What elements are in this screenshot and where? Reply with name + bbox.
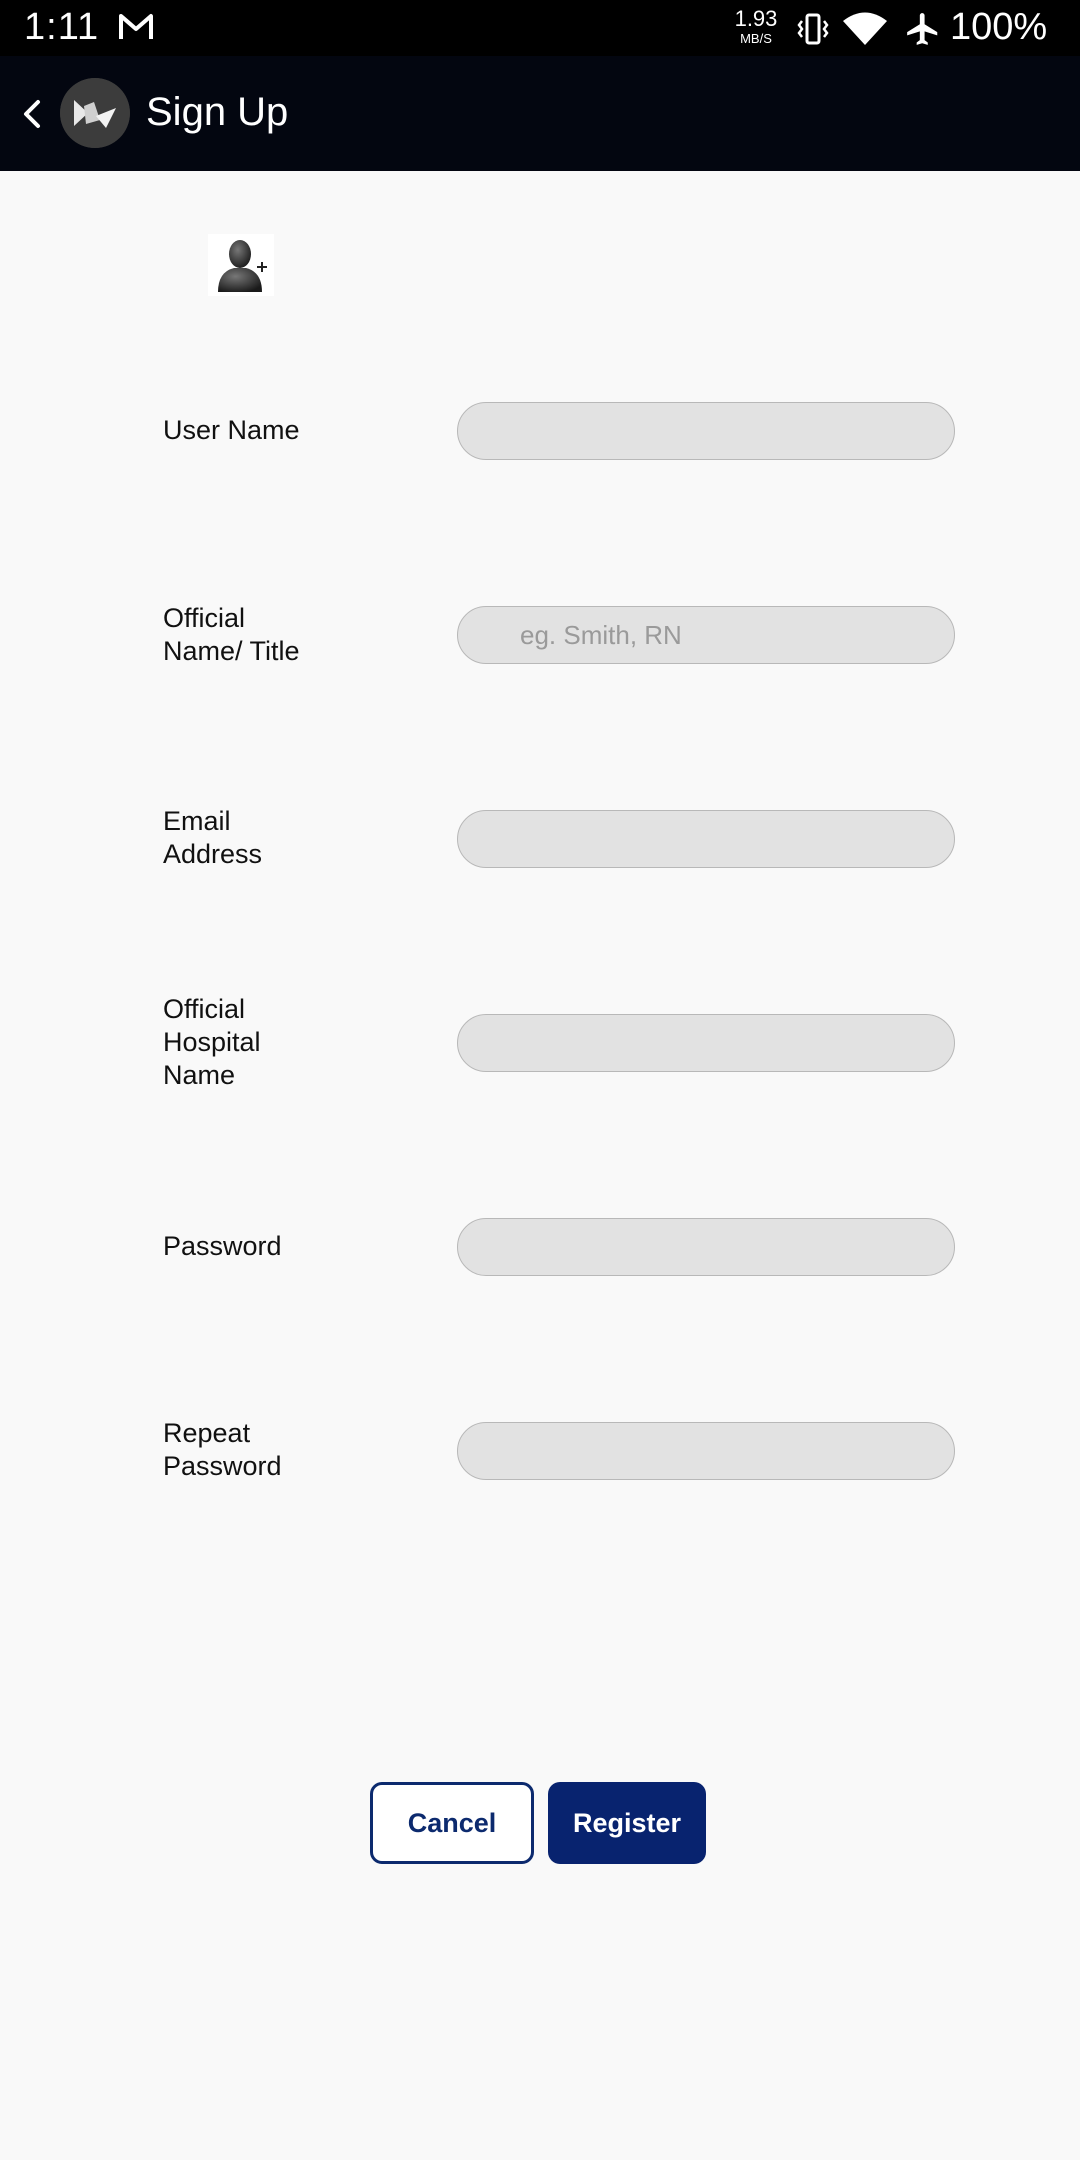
gmail-icon: [118, 12, 154, 47]
airplane-icon: [904, 10, 942, 53]
official-name-title-input[interactable]: [457, 606, 955, 664]
password-input[interactable]: [457, 1218, 955, 1276]
network-speed: 1.93 MB/S: [728, 6, 784, 46]
app-bar: Sign Up: [0, 56, 1080, 171]
network-speed-unit: MB/S: [740, 31, 772, 46]
user-name-label: User Name: [163, 415, 300, 445]
email-address-label: Email Address: [163, 806, 263, 869]
hospital-name-label: Official Hospital Name: [163, 994, 261, 1090]
status-bar: 1:11 1.93 MB/S 100%: [0, 0, 1080, 56]
repeat-password-label: Repeat Password: [163, 1418, 282, 1481]
email-address-input[interactable]: [457, 810, 955, 868]
page-title: Sign Up: [146, 90, 289, 134]
repeat-password-input[interactable]: [457, 1422, 955, 1480]
hospital-name-input[interactable]: [457, 1014, 955, 1072]
network-speed-value: 1.93: [734, 6, 778, 31]
status-time: 1:11: [24, 6, 100, 48]
user-name-input[interactable]: [457, 402, 955, 460]
official-name-title-label: Official Name/ Title: [163, 603, 300, 666]
register-button[interactable]: Register: [548, 1782, 706, 1864]
wifi-icon: [842, 12, 888, 51]
app-logo-icon: [60, 78, 130, 148]
vibrate-icon: [796, 12, 830, 51]
password-label: Password: [163, 1231, 282, 1261]
back-arrow-icon[interactable]: [8, 90, 56, 138]
add-user-icon[interactable]: [208, 234, 274, 296]
cancel-button[interactable]: Cancel: [370, 1782, 534, 1864]
battery-level: 100%: [950, 6, 1048, 48]
